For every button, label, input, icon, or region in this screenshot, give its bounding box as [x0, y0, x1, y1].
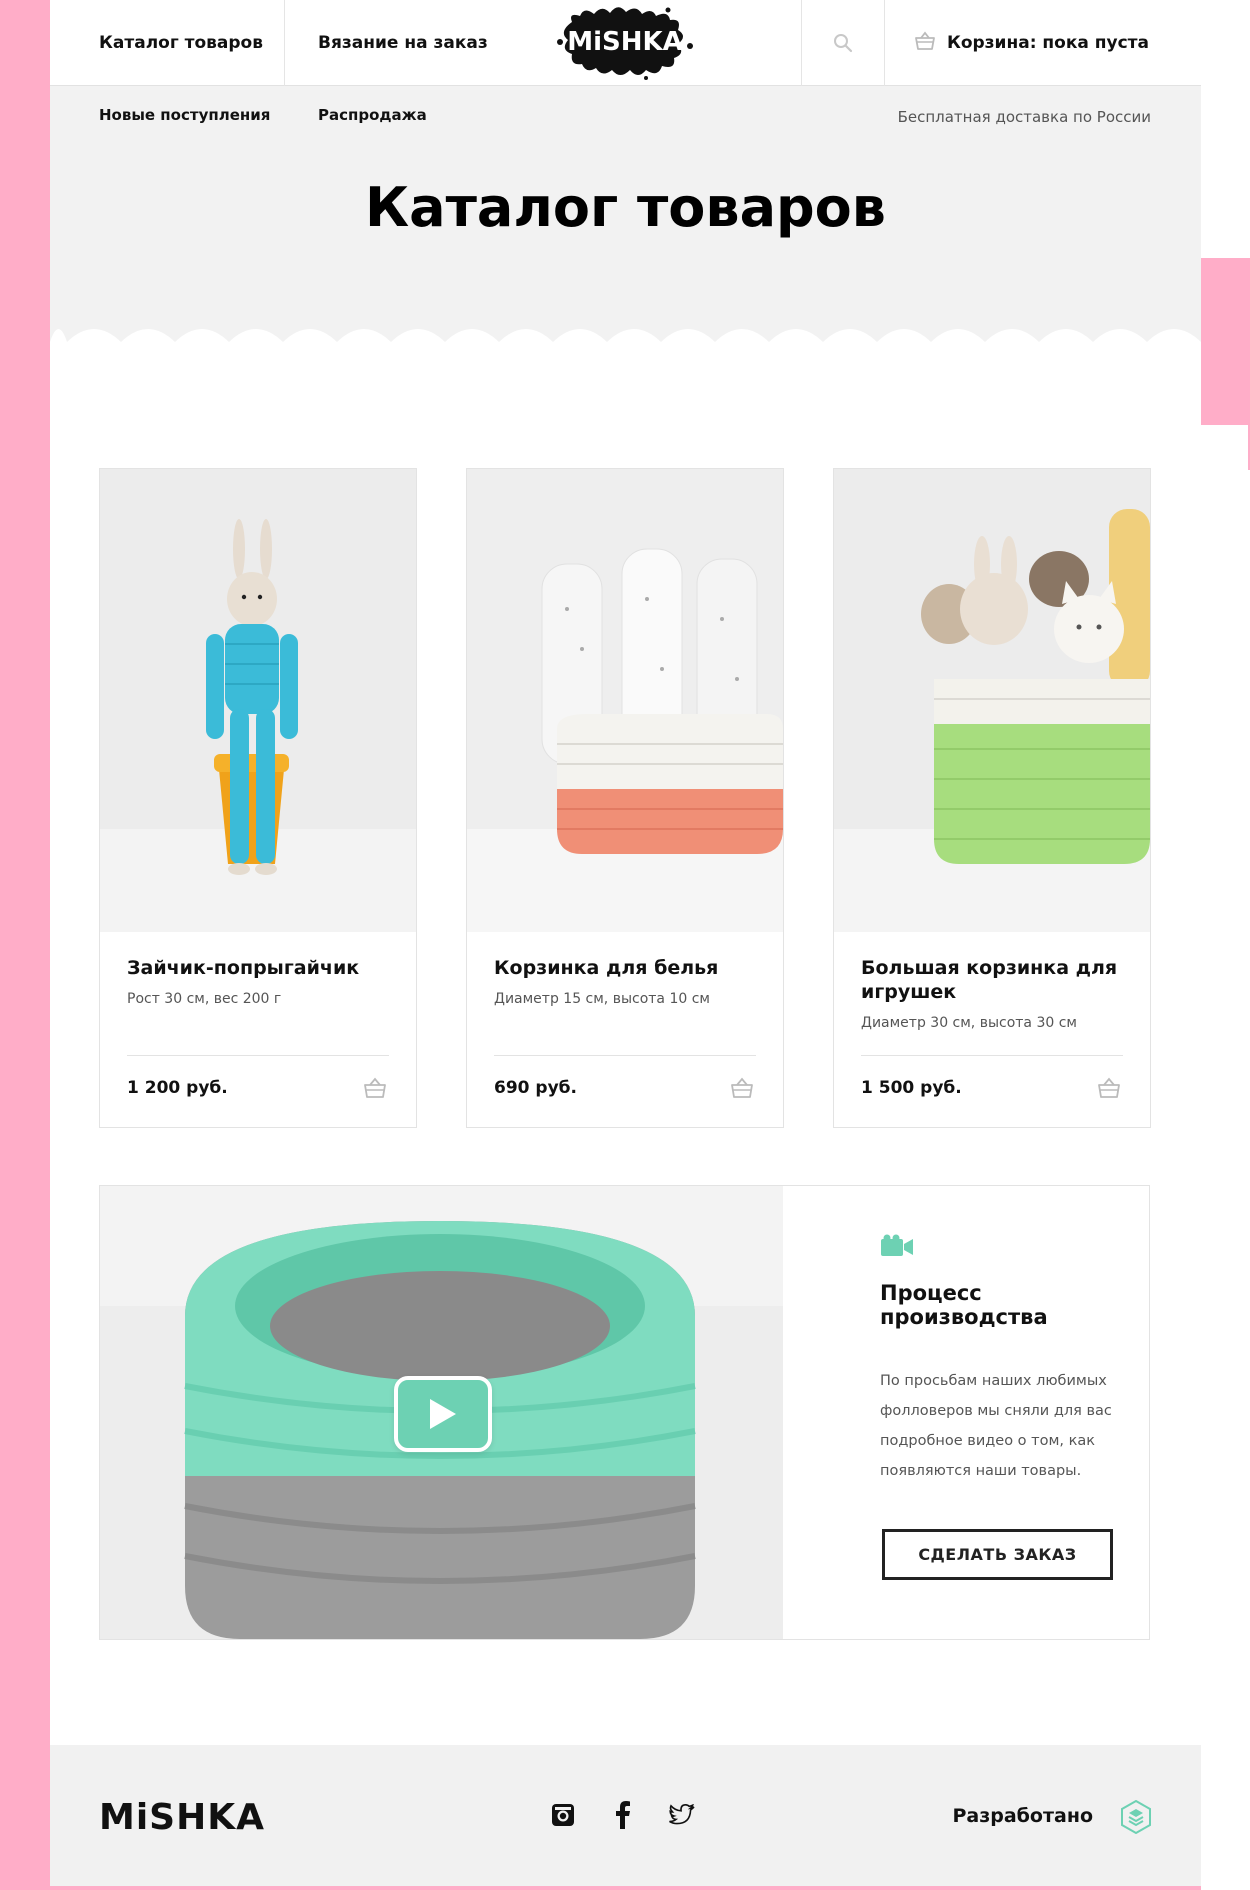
product-title[interactable]: Корзинка для белья	[494, 956, 754, 980]
product-price: 690 руб.	[494, 1078, 577, 1098]
product-image-bunny[interactable]	[100, 469, 416, 932]
nav-divider	[284, 0, 285, 86]
footer-bottom-strip	[50, 1886, 1201, 1890]
wave-divider	[50, 320, 1201, 370]
developer-logo-icon[interactable]	[1121, 1800, 1151, 1834]
product-image-laundry-basket[interactable]	[467, 469, 783, 932]
add-to-cart-basket-icon[interactable]	[729, 1077, 755, 1099]
developed-by-label: Разработано	[952, 1805, 1093, 1827]
site-logo[interactable]: MiSHKA	[550, 4, 700, 82]
header-cart[interactable]: Корзина: пока пуста	[884, 0, 1201, 86]
facebook-link[interactable]	[609, 1801, 637, 1829]
left-decor-strip	[0, 0, 50, 1890]
instagram-link[interactable]	[549, 1801, 577, 1829]
product-card[interactable]: Большая корзинка для игрушек Диаметр 30 …	[833, 468, 1151, 1128]
card-divider	[127, 1055, 389, 1056]
logo-text: MiSHKA	[567, 27, 683, 57]
product-image-toy-basket[interactable]	[834, 469, 1150, 932]
search-button[interactable]	[801, 0, 884, 86]
cart-status: Корзина: пока пуста	[946, 33, 1149, 53]
video-preview-image[interactable]	[100, 1186, 783, 1639]
video-description: По просьбам наших любимых фолловеров мы …	[880, 1373, 1112, 1479]
basket-icon	[915, 31, 935, 50]
instagram-icon	[552, 1804, 574, 1826]
product-price: 1 500 руб.	[861, 1078, 962, 1098]
video-title: Процесс производства	[880, 1281, 1048, 1329]
product-price: 1 200 руб.	[127, 1078, 228, 1098]
nav-catalog-link[interactable]: Каталог товаров	[99, 0, 263, 86]
product-description: Диаметр 30 см, высота 30 см	[861, 1015, 1077, 1031]
product-description: Диаметр 15 см, высота 10 см	[494, 991, 710, 1007]
card-divider	[494, 1055, 756, 1056]
make-order-button[interactable]: СДЕЛАТЬ ЗАКАЗ	[882, 1529, 1113, 1580]
search-icon	[833, 34, 852, 53]
product-card[interactable]: Зайчик-попрыгайчик Рост 30 см, вес 200 г…	[99, 468, 417, 1128]
video-section: Процесс производства По просьбам наших л…	[99, 1185, 1150, 1640]
card-divider	[861, 1055, 1123, 1056]
product-description: Рост 30 см, вес 200 г	[127, 991, 282, 1007]
site-footer: MiSHKA Разработано	[50, 1745, 1201, 1890]
site-header: Каталог товаров Вязание на заказ MiSHKA	[50, 0, 1201, 86]
video-camera-icon	[881, 1234, 913, 1256]
twitter-icon	[669, 1804, 695, 1825]
subnav-new-arrivals[interactable]: Новые поступления	[99, 106, 270, 124]
free-delivery-note: Бесплатная доставка по России	[897, 108, 1151, 126]
footer-logo[interactable]: MiSHKA	[99, 1797, 265, 1838]
twitter-link[interactable]	[668, 1801, 696, 1829]
page-title: Каталог товаров	[365, 176, 886, 239]
subnav-sale[interactable]: Распродажа	[318, 106, 427, 124]
hero-section: Новые поступления Распродажа Бесплатная …	[50, 86, 1201, 370]
add-to-cart-basket-icon[interactable]	[1096, 1077, 1122, 1099]
page: Каталог товаров Вязание на заказ MiSHKA	[50, 0, 1201, 1890]
product-title[interactable]: Большая корзинка для игрушек	[861, 956, 1121, 1004]
play-icon	[430, 1399, 456, 1429]
product-title[interactable]: Зайчик-попрыгайчик	[127, 956, 387, 980]
product-card[interactable]: Корзинка для белья Диаметр 15 см, высота…	[466, 468, 784, 1128]
facebook-icon	[616, 1801, 630, 1829]
add-to-cart-basket-icon[interactable]	[362, 1077, 388, 1099]
play-video-button[interactable]	[394, 1376, 492, 1452]
nav-custom-knitting-link[interactable]: Вязание на заказ	[318, 0, 488, 86]
right-decor-block	[1201, 258, 1250, 425]
